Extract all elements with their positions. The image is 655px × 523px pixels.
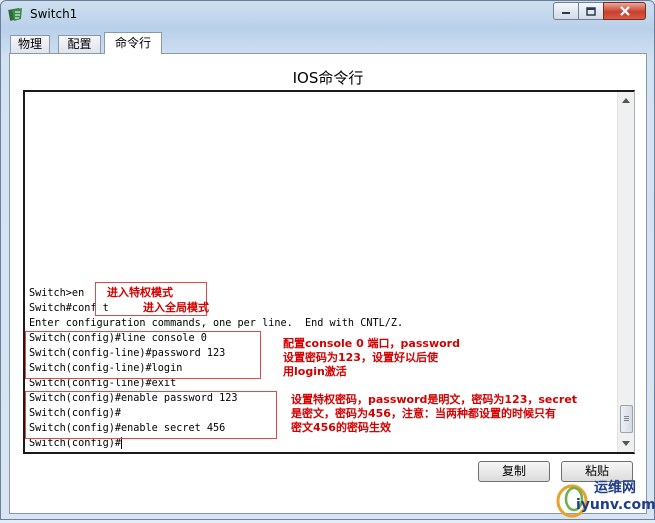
- annotation-box-secret: [25, 391, 277, 439]
- switch-app-icon: [8, 8, 22, 21]
- minimize-icon: [562, 12, 570, 14]
- annotation-enable: 进入特权模式: [107, 286, 173, 299]
- minimize-button[interactable]: [553, 2, 579, 20]
- scroll-up-button[interactable]: [618, 92, 634, 109]
- close-icon: [619, 6, 630, 16]
- scroll-down-button[interactable]: [618, 435, 634, 452]
- title-bar: Switch1: [1, 1, 654, 29]
- terminal-prompt: Switch(config)#: [29, 438, 122, 449]
- cli-panel: IOS命令行 Switch>en Switch#conf t Enter con…: [9, 53, 647, 514]
- tab-config[interactable]: 配置: [58, 35, 101, 53]
- window-title: Switch1: [30, 7, 78, 21]
- maximize-icon: [586, 6, 596, 16]
- app-window: Switch1 物理 配置 命令行 IOS命令行 Switch>en Switc…: [0, 0, 655, 520]
- scrollbar-thumb[interactable]: [620, 405, 633, 433]
- copy-button[interactable]: 复制: [478, 461, 550, 482]
- tab-cli[interactable]: 命令行: [104, 32, 162, 54]
- scroll-down-icon: [622, 441, 630, 446]
- panel-title: IOS命令行: [292, 69, 364, 87]
- terminal-scrollbar[interactable]: [617, 92, 634, 452]
- terminal-line: Switch#conf t: [29, 303, 109, 314]
- watermark-logo: 运维网 iyunv.com: [554, 475, 655, 519]
- annotation-secret: 设置特权密码，password是明文，密码为123，secret 是密文，密码为…: [291, 393, 578, 434]
- close-button[interactable]: [603, 2, 646, 20]
- terminal-line: Switch>en: [29, 288, 85, 299]
- annotation-box-console: [25, 331, 261, 379]
- terminal-output[interactable]: Switch>en Switch#conf t Enter configurat…: [23, 90, 635, 454]
- annotation-console: 配置console 0 端口，password 设置密码为123，设置好以后使 …: [283, 337, 460, 378]
- watermark-url: iyunv.com: [576, 497, 655, 513]
- terminal-line: Enter configuration commands, one per li…: [29, 318, 404, 329]
- tab-physical[interactable]: 物理: [10, 35, 50, 53]
- watermark-text: 运维网: [594, 480, 636, 496]
- maximize-button[interactable]: [578, 2, 604, 20]
- scroll-up-icon: [622, 98, 630, 103]
- annotation-conf-t: 进入全局模式: [143, 301, 209, 314]
